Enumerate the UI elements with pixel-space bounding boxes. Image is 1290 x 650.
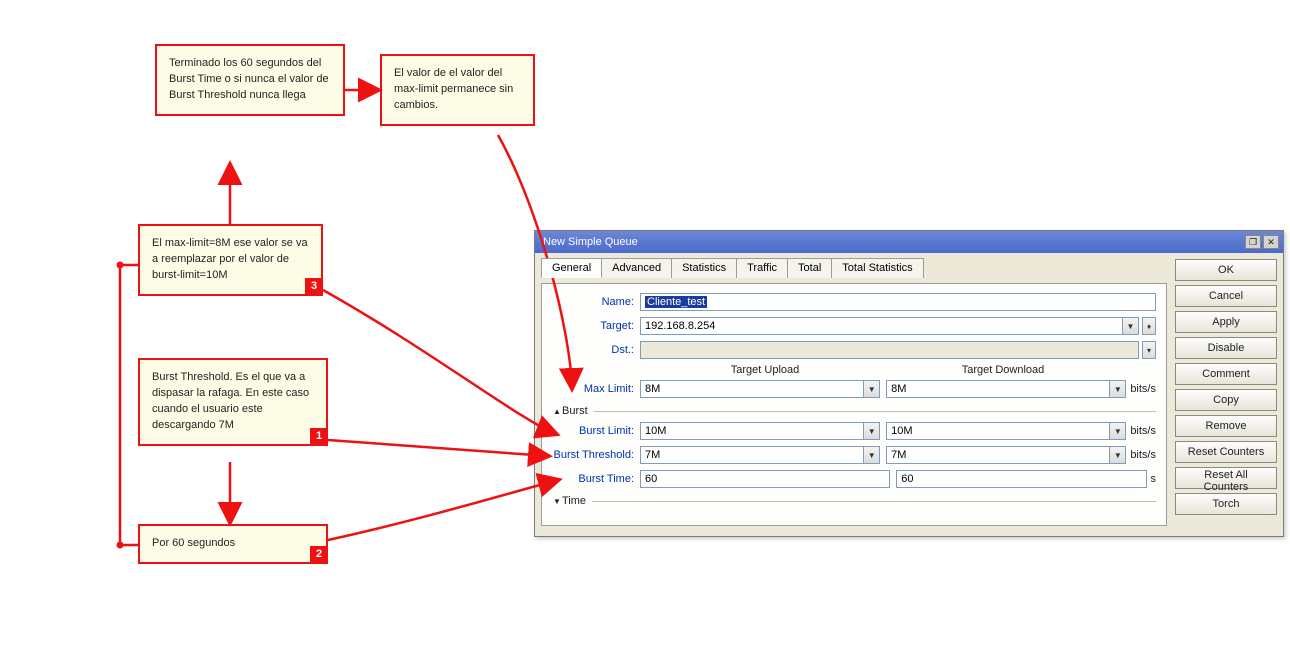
name-value: Cliente_test [645,296,707,308]
tab-traffic[interactable]: Traffic [736,258,788,278]
disable-button[interactable]: Disable [1175,337,1277,359]
badge-3: 3 [305,278,323,296]
label-name: Name: [552,296,640,308]
chevron-down-icon[interactable]: ▼ [1123,317,1139,335]
comment-button[interactable]: Comment [1175,363,1277,385]
badge-1: 1 [310,428,328,446]
note-maxlimit-replaced: El max-limit=8M ese valor se va a reempl… [138,224,323,296]
label-burst-limit: Burst Limit: [552,425,640,437]
cancel-button[interactable]: Cancel [1175,285,1277,307]
section-burst-label: Burst [562,405,588,417]
col-target-upload: Target Upload [646,364,884,376]
window-title: New Simple Queue [543,236,638,248]
tab-advanced[interactable]: Advanced [601,258,672,278]
titlebar[interactable]: New Simple Queue ❐ ✕ [535,231,1283,253]
chevron-down-icon[interactable]: ▼ [1110,380,1126,398]
ok-button[interactable]: OK [1175,259,1277,281]
burst-threshold-upload[interactable]: 7M [640,446,864,464]
badge-2: 2 [310,546,328,564]
chevron-down-icon[interactable]: ▼ [864,446,880,464]
max-limit-download[interactable]: 8M [886,380,1110,398]
close-icon[interactable]: ✕ [1263,235,1279,249]
note-60-seconds: Por 60 segundos 2 [138,524,328,564]
col-target-download: Target Download [884,364,1122,376]
burst-threshold-download[interactable]: 7M [886,446,1110,464]
note-maxlimit-unchanged: El valor de el valor del max-limit perma… [380,54,535,126]
triangle-down-icon: ▼ [552,497,562,506]
tab-general[interactable]: General [541,258,602,278]
label-burst-time: Burst Time: [552,473,640,485]
name-field[interactable]: Cliente_test [640,293,1156,311]
label-burst-threshold: Burst Threshold: [552,449,640,461]
label-max-limit: Max Limit: [552,383,640,395]
tab-statistics[interactable]: Statistics [671,258,737,278]
target-stepper[interactable]: ♦ [1142,317,1156,335]
chevron-down-icon[interactable]: ▼ [1110,446,1126,464]
note-text: Terminado los 60 segundos del Burst Time… [169,57,329,101]
apply-button[interactable]: Apply [1175,311,1277,333]
triangle-up-icon: ▲ [552,407,562,416]
chevron-down-icon[interactable]: ▼ [1110,422,1126,440]
note-text: El valor de el valor del max-limit perma… [394,67,513,111]
note-text: Por 60 segundos [152,537,235,549]
section-time[interactable]: ▼ Time [552,493,1156,509]
tab-total-statistics[interactable]: Total Statistics [831,258,923,278]
dst-expand[interactable]: ▾ [1142,341,1156,359]
note-burst-time-end: Terminado los 60 segundos del Burst Time… [155,44,345,116]
reset-all-counters-button[interactable]: Reset All Counters [1175,467,1277,489]
burst-time-upload[interactable]: 60 [640,470,890,488]
target-field[interactable]: 192.168.8.254 [640,317,1123,335]
burst-time-download[interactable]: 60 [896,470,1146,488]
label-target: Target: [552,320,640,332]
torch-button[interactable]: Torch [1175,493,1277,515]
chevron-down-icon[interactable]: ▼ [864,422,880,440]
tabs: General Advanced Statistics Traffic Tota… [541,257,1167,277]
unit-bits: bits/s [1130,383,1156,395]
copy-button[interactable]: Copy [1175,389,1277,411]
section-time-label: Time [562,495,586,507]
section-burst[interactable]: ▲ Burst [552,403,1156,419]
note-text: El max-limit=8M ese valor se va a reempl… [152,237,308,281]
chevron-down-icon[interactable]: ▼ [864,380,880,398]
unit-seconds: s [1151,473,1157,485]
label-dst: Dst.: [552,344,640,356]
tab-total[interactable]: Total [787,258,832,278]
remove-button[interactable]: Remove [1175,415,1277,437]
dialog-new-simple-queue: New Simple Queue ❐ ✕ General Advanced St… [534,230,1284,537]
max-limit-upload[interactable]: 8M [640,380,864,398]
reset-counters-button[interactable]: Reset Counters [1175,441,1277,463]
restore-icon[interactable]: ❐ [1245,235,1261,249]
burst-limit-upload[interactable]: 10M [640,422,864,440]
unit-bits: bits/s [1130,425,1156,437]
unit-bits: bits/s [1130,449,1156,461]
dst-field[interactable] [640,341,1139,359]
note-text: Burst Threshold. Es el que va a dispasar… [152,371,309,431]
burst-limit-download[interactable]: 10M [886,422,1110,440]
note-burst-threshold: Burst Threshold. Es el que va a dispasar… [138,358,328,446]
